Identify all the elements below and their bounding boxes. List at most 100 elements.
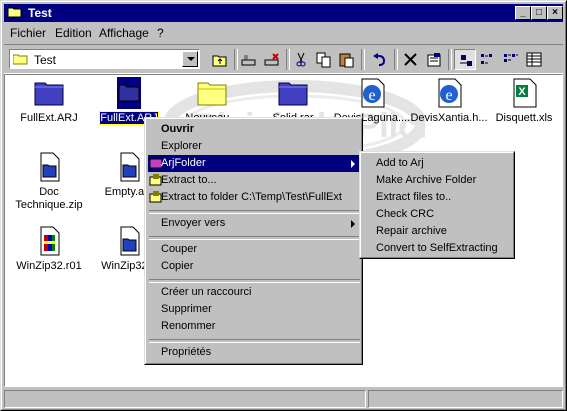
excel-document-icon: X bbox=[513, 78, 537, 108]
submenu-item-label: Convert to SelfExtracting bbox=[376, 242, 498, 254]
svg-text:X: X bbox=[518, 86, 526, 98]
small-icons-view-button[interactable] bbox=[477, 49, 499, 70]
menu-separator bbox=[149, 236, 360, 240]
undo-icon bbox=[373, 53, 386, 66]
large-icons-view-button[interactable] bbox=[454, 49, 476, 70]
properties-button[interactable] bbox=[423, 49, 445, 70]
file-name: DevisXantia.h... bbox=[410, 112, 488, 124]
list-view-button[interactable] bbox=[500, 49, 522, 70]
file-name: FullExt.ARJ bbox=[20, 112, 78, 124]
submenu-item-extract-files[interactable]: Extract files to.. bbox=[363, 189, 513, 206]
copy-button[interactable] bbox=[313, 49, 335, 70]
menu-item-proprietes[interactable]: Propriétés bbox=[148, 344, 361, 361]
menu-item-label: Renommer bbox=[161, 320, 216, 332]
menu-item-label: Supprimer bbox=[161, 303, 212, 315]
file-name: WinZip32.r01 bbox=[16, 260, 82, 272]
toolbar: Test bbox=[4, 44, 563, 74]
arjfolder-submenu: Add to Arj Make Archive Folder Extract f… bbox=[359, 151, 515, 259]
menu-separator bbox=[149, 339, 360, 343]
chevron-down-icon[interactable] bbox=[182, 51, 198, 67]
menu-affichage[interactable]: Affichage bbox=[99, 26, 149, 40]
delete-button[interactable] bbox=[400, 49, 422, 70]
menu-item-label: Ouvrir bbox=[161, 123, 195, 135]
undo-button[interactable] bbox=[369, 49, 391, 70]
submenu-item-make-archive-folder[interactable]: Make Archive Folder bbox=[363, 172, 513, 189]
html-document-icon: e bbox=[438, 78, 462, 108]
menu-item-label: Créer un raccourci bbox=[161, 286, 252, 298]
folder-icon bbox=[34, 82, 64, 106]
folder-icon bbox=[13, 54, 28, 65]
menu-item-extract-to-folder[interactable]: Extract to folder C:\Temp\Test\FullExt bbox=[148, 189, 361, 206]
file-name: Doc Technique.zip bbox=[15, 186, 83, 211]
folder-icon bbox=[117, 77, 141, 109]
large-icons-view-icon bbox=[460, 55, 472, 66]
menu-item-label: Explorer bbox=[161, 140, 202, 152]
submenu-item-label: Repair archive bbox=[376, 225, 447, 237]
submenu-item-label: Make Archive Folder bbox=[376, 174, 477, 186]
menu-item-renommer[interactable]: Renommer bbox=[148, 318, 361, 335]
svg-text:e: e bbox=[445, 87, 452, 104]
title-bar[interactable]: Test _ □ × bbox=[4, 4, 563, 22]
submenu-item-label: Add to Arj bbox=[376, 157, 424, 169]
menu-fichier[interactable]: Fichier bbox=[10, 26, 46, 40]
menu-item-label: Propriétés bbox=[161, 346, 212, 358]
menu-item-creer-raccourci[interactable]: Créer un raccourci bbox=[148, 284, 361, 301]
maximize-button[interactable]: □ bbox=[531, 6, 547, 20]
menu-item-ouvrir[interactable]: Ouvrir bbox=[148, 121, 361, 138]
list-view-icon bbox=[504, 54, 518, 62]
status-bar bbox=[4, 390, 563, 408]
cut-button[interactable] bbox=[290, 49, 312, 70]
file-name: Disquett.xls bbox=[495, 112, 553, 124]
delete-icon bbox=[404, 53, 417, 66]
properties-icon bbox=[427, 53, 441, 67]
context-menu-frame: Ouvrir Explorer ArjFolder Extract to... … bbox=[145, 118, 362, 364]
menu-item-label: Copier bbox=[161, 260, 194, 272]
close-icon: × bbox=[552, 7, 558, 18]
zip-file-icon bbox=[120, 226, 140, 256]
menu-item-label: Envoyer vers bbox=[161, 217, 226, 229]
submenu-arrow-icon bbox=[351, 160, 355, 168]
toolbar-separator bbox=[361, 49, 365, 70]
menu-item-explorer[interactable]: Explorer bbox=[148, 138, 361, 155]
copy-icon bbox=[316, 52, 331, 68]
window-title: Test bbox=[28, 6, 52, 20]
small-icons-view-icon bbox=[481, 54, 492, 64]
toolbar-separator bbox=[448, 49, 452, 70]
submenu-item-convert-selfextracting[interactable]: Convert to SelfExtracting bbox=[363, 240, 513, 257]
menu-edition[interactable]: Edition bbox=[55, 26, 92, 40]
zip-file-icon bbox=[40, 152, 60, 182]
menu-help[interactable]: ? bbox=[157, 26, 164, 40]
context-menu: Ouvrir Explorer ArjFolder Extract to... … bbox=[144, 117, 363, 365]
submenu-item-check-crc[interactable]: Check CRC bbox=[363, 206, 513, 223]
winzip-icon bbox=[40, 226, 60, 256]
menu-item-arjfolder[interactable]: ArjFolder bbox=[148, 155, 361, 172]
close-button[interactable]: × bbox=[547, 6, 563, 20]
folder-icon bbox=[278, 82, 308, 106]
up-folder-button[interactable] bbox=[209, 49, 231, 70]
disconnect-drive-button[interactable] bbox=[261, 49, 283, 70]
menu-item-copier[interactable]: Copier bbox=[148, 258, 361, 275]
submenu-item-repair-archive[interactable]: Repair archive bbox=[363, 223, 513, 240]
details-view-button[interactable] bbox=[523, 49, 545, 70]
submenu-item-add-to-arj[interactable]: Add to Arj bbox=[363, 155, 513, 172]
up-folder-icon bbox=[212, 55, 227, 67]
map-drive-button[interactable] bbox=[238, 49, 260, 70]
address-combo[interactable]: Test bbox=[9, 49, 200, 69]
paste-button[interactable] bbox=[336, 49, 358, 70]
menu-item-extract-to[interactable]: Extract to... bbox=[148, 172, 361, 189]
address-value: Test bbox=[34, 53, 57, 67]
menu-item-couper[interactable]: Couper bbox=[148, 241, 361, 258]
menu-item-label: ArjFolder bbox=[161, 157, 206, 169]
minimize-button[interactable]: _ bbox=[515, 6, 531, 20]
minimize-icon: _ bbox=[520, 7, 526, 18]
menu-item-envoyer-vers[interactable]: Envoyer vers bbox=[148, 215, 361, 232]
menu-item-label: Extract to... bbox=[161, 174, 217, 186]
menu-item-supprimer[interactable]: Supprimer bbox=[148, 301, 361, 318]
map-drive-icon bbox=[241, 55, 256, 66]
details-view-icon bbox=[526, 52, 542, 67]
submenu-item-label: Check CRC bbox=[376, 208, 435, 220]
submenu-item-label: Extract files to.. bbox=[376, 191, 452, 203]
menu-separator bbox=[149, 279, 360, 283]
status-cell-left bbox=[4, 390, 366, 408]
folder-icon bbox=[197, 82, 227, 106]
